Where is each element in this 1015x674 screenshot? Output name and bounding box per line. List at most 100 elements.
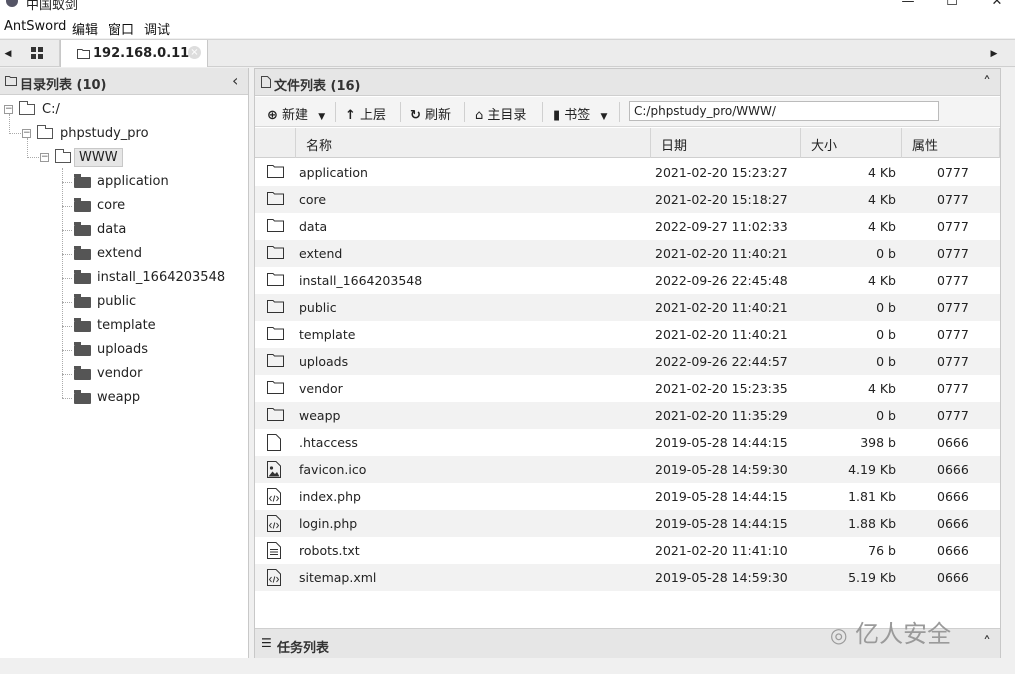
table-row[interactable]: index.php 2019-05-28 14:44:15 1.81 Kb 0666 <box>255 483 1000 510</box>
home-dir-button[interactable]: ⌂ 主目录 <box>475 104 526 123</box>
table-row[interactable]: install_1664203548 2022-09-26 22:45:48 4 K… <box>255 267 1000 294</box>
menu-edit[interactable]: 编辑 <box>72 19 98 38</box>
tab-close-icon[interactable]: × <box>188 46 201 59</box>
refresh-button[interactable]: ↻ 刷新 <box>410 104 451 123</box>
collapse-icon[interactable]: − <box>40 153 49 162</box>
minimize-button[interactable]: — <box>888 0 928 12</box>
folder-icon <box>74 270 91 284</box>
expand-panel-icon[interactable]: ˄ <box>983 633 991 652</box>
menu-window[interactable]: 窗口 <box>108 19 134 38</box>
tree-node-core[interactable]: core <box>62 195 247 217</box>
app-logo-icon <box>6 0 18 7</box>
menu-antsword[interactable]: AntSword <box>4 19 66 34</box>
bookmark-button[interactable]: ▮ 书签 ▼ <box>553 104 607 123</box>
folder-icon <box>267 380 284 397</box>
file-name-cell: extend <box>299 246 343 261</box>
up-level-button[interactable]: ↑ 上层 <box>345 104 386 123</box>
table-row[interactable]: public 2021-02-20 11:40:21 0 b 0777 <box>255 294 1000 321</box>
task-panel-title: 任务列表 <box>277 641 330 656</box>
tab-label: 192.168.0.116 <box>93 46 199 61</box>
size-column-header[interactable]: 大小 <box>801 128 902 158</box>
code-icon <box>267 569 283 586</box>
file-size-cell: 1.88 Kb <box>848 516 896 531</box>
table-row[interactable]: sitemap.xml 2019-05-28 14:59:30 5.19 Kb 066… <box>255 564 1000 591</box>
maximize-button[interactable]: ☐ <box>932 0 972 12</box>
tree-node-uploads[interactable]: uploads <box>62 339 247 361</box>
file-attr-cell: 0777 <box>937 354 969 369</box>
file-date-cell: 2019-05-28 14:59:30 <box>655 570 788 585</box>
collapse-icon[interactable]: − <box>22 129 31 138</box>
file-date-cell: 2021-02-20 15:23:35 <box>655 381 788 396</box>
tree-node-www[interactable]: − WWW <box>40 147 240 169</box>
folder-icon <box>74 390 91 404</box>
file-date-cell: 2021-02-20 11:40:21 <box>655 327 788 342</box>
tree-node-install_1664203548[interactable]: install_1664203548 <box>62 267 247 289</box>
menu-debug[interactable]: 调试 <box>144 19 170 38</box>
table-row[interactable]: .htaccess 2019-05-28 14:44:15 398 b 0666 <box>255 429 1000 456</box>
tree-node-weapp[interactable]: weapp <box>62 387 247 409</box>
tab-home[interactable] <box>16 40 60 67</box>
folder-icon <box>74 198 91 212</box>
tab-scroll-left-icon[interactable]: ◀ <box>1 44 15 64</box>
file-name-cell: install_1664203548 <box>299 273 423 288</box>
file-name-cell: weapp <box>299 408 341 423</box>
tree-node-label: core <box>97 198 126 213</box>
tree-node-phpstudy[interactable]: − phpstudy_pro <box>22 123 242 145</box>
file-grid-body: application 2021-02-20 15:23:27 4 Kb 0777 co… <box>255 159 1000 629</box>
file-name-cell: sitemap.xml <box>299 570 377 585</box>
arrow-up-icon: ↑ <box>345 108 356 123</box>
file-date-cell: 2019-05-28 14:44:15 <box>655 516 788 531</box>
tree-node-public[interactable]: public <box>62 291 247 313</box>
file-size-cell: 4 Kb <box>867 165 896 180</box>
file-name-cell: login.php <box>299 516 358 531</box>
table-row[interactable]: vendor 2021-02-20 15:23:35 4 Kb 0777 <box>255 375 1000 402</box>
tree-node-template[interactable]: template <box>62 315 247 337</box>
name-column-header[interactable]: 名称 <box>296 128 651 158</box>
file-name-cell: public <box>299 300 337 315</box>
close-button[interactable]: ✕ <box>977 0 1015 12</box>
collapse-panel-icon[interactable]: ‹ <box>232 71 238 90</box>
tab-scroll-right-icon[interactable]: ▶ <box>987 44 1001 64</box>
table-row[interactable]: template 2021-02-20 11:40:21 0 b 0777 <box>255 321 1000 348</box>
tree-node-label: vendor <box>97 366 143 381</box>
table-row[interactable]: application 2021-02-20 15:23:27 4 Kb 0777 <box>255 159 1000 186</box>
table-row[interactable]: robots.txt 2021-02-20 11:41:10 76 b 0666 <box>255 537 1000 564</box>
table-row[interactable]: weapp 2021-02-20 11:35:29 0 b 0777 <box>255 402 1000 429</box>
collapse-panel-icon[interactable]: ˄ <box>983 73 991 92</box>
file-name-cell: index.php <box>299 489 361 504</box>
tab-shell-session[interactable]: 192.168.0.116 × <box>60 40 208 67</box>
file-attr-cell: 0666 <box>937 543 969 558</box>
path-input[interactable] <box>629 101 939 121</box>
home-icon: ⌂ <box>475 108 484 123</box>
tree-node-root[interactable]: − C:/ <box>4 99 244 121</box>
tree-node-label: template <box>97 318 156 333</box>
folder-icon <box>267 191 284 208</box>
file-name-cell: core <box>299 192 327 207</box>
table-row[interactable]: login.php 2019-05-28 14:44:15 1.88 Kb 0666 <box>255 510 1000 537</box>
file-size-cell: 0 b <box>876 246 896 261</box>
attr-column-header[interactable]: 属性 <box>902 128 1000 158</box>
collapse-icon[interactable]: − <box>4 105 13 114</box>
folder-icon <box>267 326 284 343</box>
file-date-cell: 2021-02-20 11:40:21 <box>655 246 788 261</box>
folder-icon <box>74 294 91 308</box>
folder-icon <box>37 125 53 139</box>
table-row[interactable]: uploads 2022-09-26 22:44:57 0 b 0777 <box>255 348 1000 375</box>
file-size-cell: 0 b <box>876 408 896 423</box>
file-icon <box>267 434 283 451</box>
caret-down-icon: ▼ <box>318 112 326 122</box>
file-attr-cell: 0777 <box>937 165 969 180</box>
new-button[interactable]: ⊕ 新建 ▼ <box>267 104 325 123</box>
new-button-label: 新建 <box>282 108 309 123</box>
tree-node-extend[interactable]: extend <box>62 243 247 265</box>
tree-node-application[interactable]: application <box>62 171 247 193</box>
tree-node-data[interactable]: data <box>62 219 247 241</box>
table-row[interactable]: core 2021-02-20 15:18:27 4 Kb 0777 <box>255 186 1000 213</box>
date-column-header[interactable]: 日期 <box>651 128 801 158</box>
tree-node-label: install_1664203548 <box>97 270 226 285</box>
tree-node-vendor[interactable]: vendor <box>62 363 247 385</box>
table-row[interactable]: extend 2021-02-20 11:40:21 0 b 0777 <box>255 240 1000 267</box>
tree-node-label: phpstudy_pro <box>60 126 149 141</box>
table-row[interactable]: data 2022-09-27 11:02:33 4 Kb 0777 <box>255 213 1000 240</box>
table-row[interactable]: favicon.ico 2019-05-28 14:59:30 4.19 Kb 066… <box>255 456 1000 483</box>
